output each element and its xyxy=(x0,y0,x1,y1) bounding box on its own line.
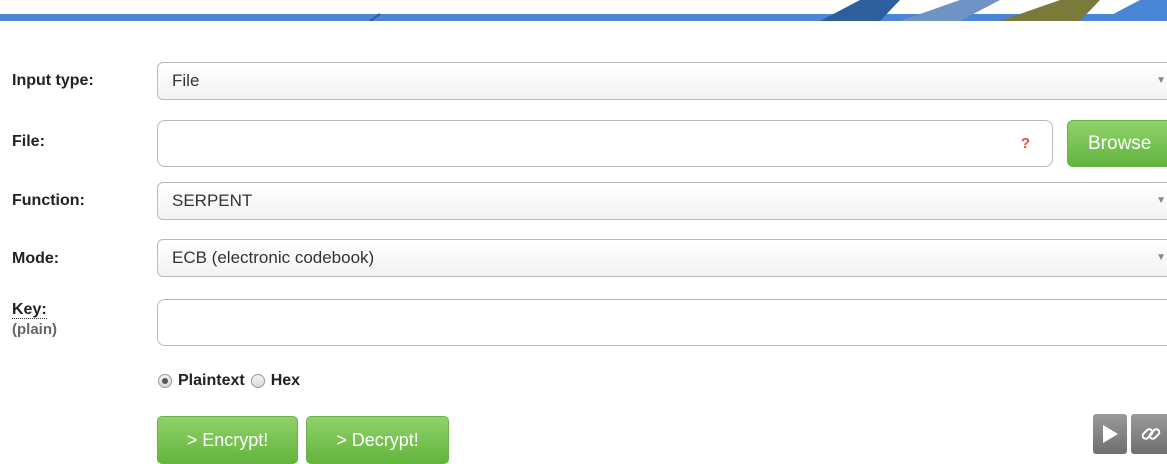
link-icon xyxy=(1141,428,1161,440)
key-label: Key: xyxy=(12,301,47,319)
function-label: Function: xyxy=(12,192,85,209)
function-value: SERPENT xyxy=(172,191,253,210)
link-button[interactable] xyxy=(1131,414,1167,454)
browse-button[interactable]: Browse xyxy=(1067,120,1167,167)
plaintext-radio-label[interactable]: Plaintext xyxy=(178,372,245,390)
chevron-down-icon: ▼ xyxy=(1156,75,1166,86)
plaintext-radio[interactable] xyxy=(158,374,172,388)
input-type-label: Input type: xyxy=(12,72,94,89)
input-type-select[interactable]: File ▼ xyxy=(157,62,1167,100)
encrypt-button[interactable]: > Encrypt! xyxy=(157,416,298,464)
header-banner xyxy=(0,0,1167,21)
play-button[interactable] xyxy=(1093,414,1127,454)
chevron-down-icon: ▼ xyxy=(1156,195,1166,206)
file-input[interactable]: ? xyxy=(157,120,1053,167)
help-icon[interactable]: ? xyxy=(1021,135,1030,152)
decrypt-button[interactable]: > Decrypt! xyxy=(306,416,449,464)
key-format-options: Plaintext Hex xyxy=(158,372,306,390)
chevron-down-icon: ▼ xyxy=(1156,252,1166,263)
hex-radio-label[interactable]: Hex xyxy=(271,372,300,390)
key-label-group: Key: (plain) xyxy=(12,301,57,338)
key-sublabel: (plain) xyxy=(12,321,57,338)
input-type-value: File xyxy=(172,71,200,90)
file-label: File: xyxy=(12,133,45,150)
play-icon xyxy=(1103,425,1118,443)
mode-value: ECB (electronic codebook) xyxy=(172,248,375,267)
mode-select[interactable]: ECB (electronic codebook) ▼ xyxy=(157,239,1167,277)
mode-label: Mode: xyxy=(12,250,60,267)
key-input[interactable] xyxy=(157,299,1167,346)
function-select[interactable]: SERPENT ▼ xyxy=(157,182,1167,220)
hex-radio[interactable] xyxy=(250,374,265,388)
